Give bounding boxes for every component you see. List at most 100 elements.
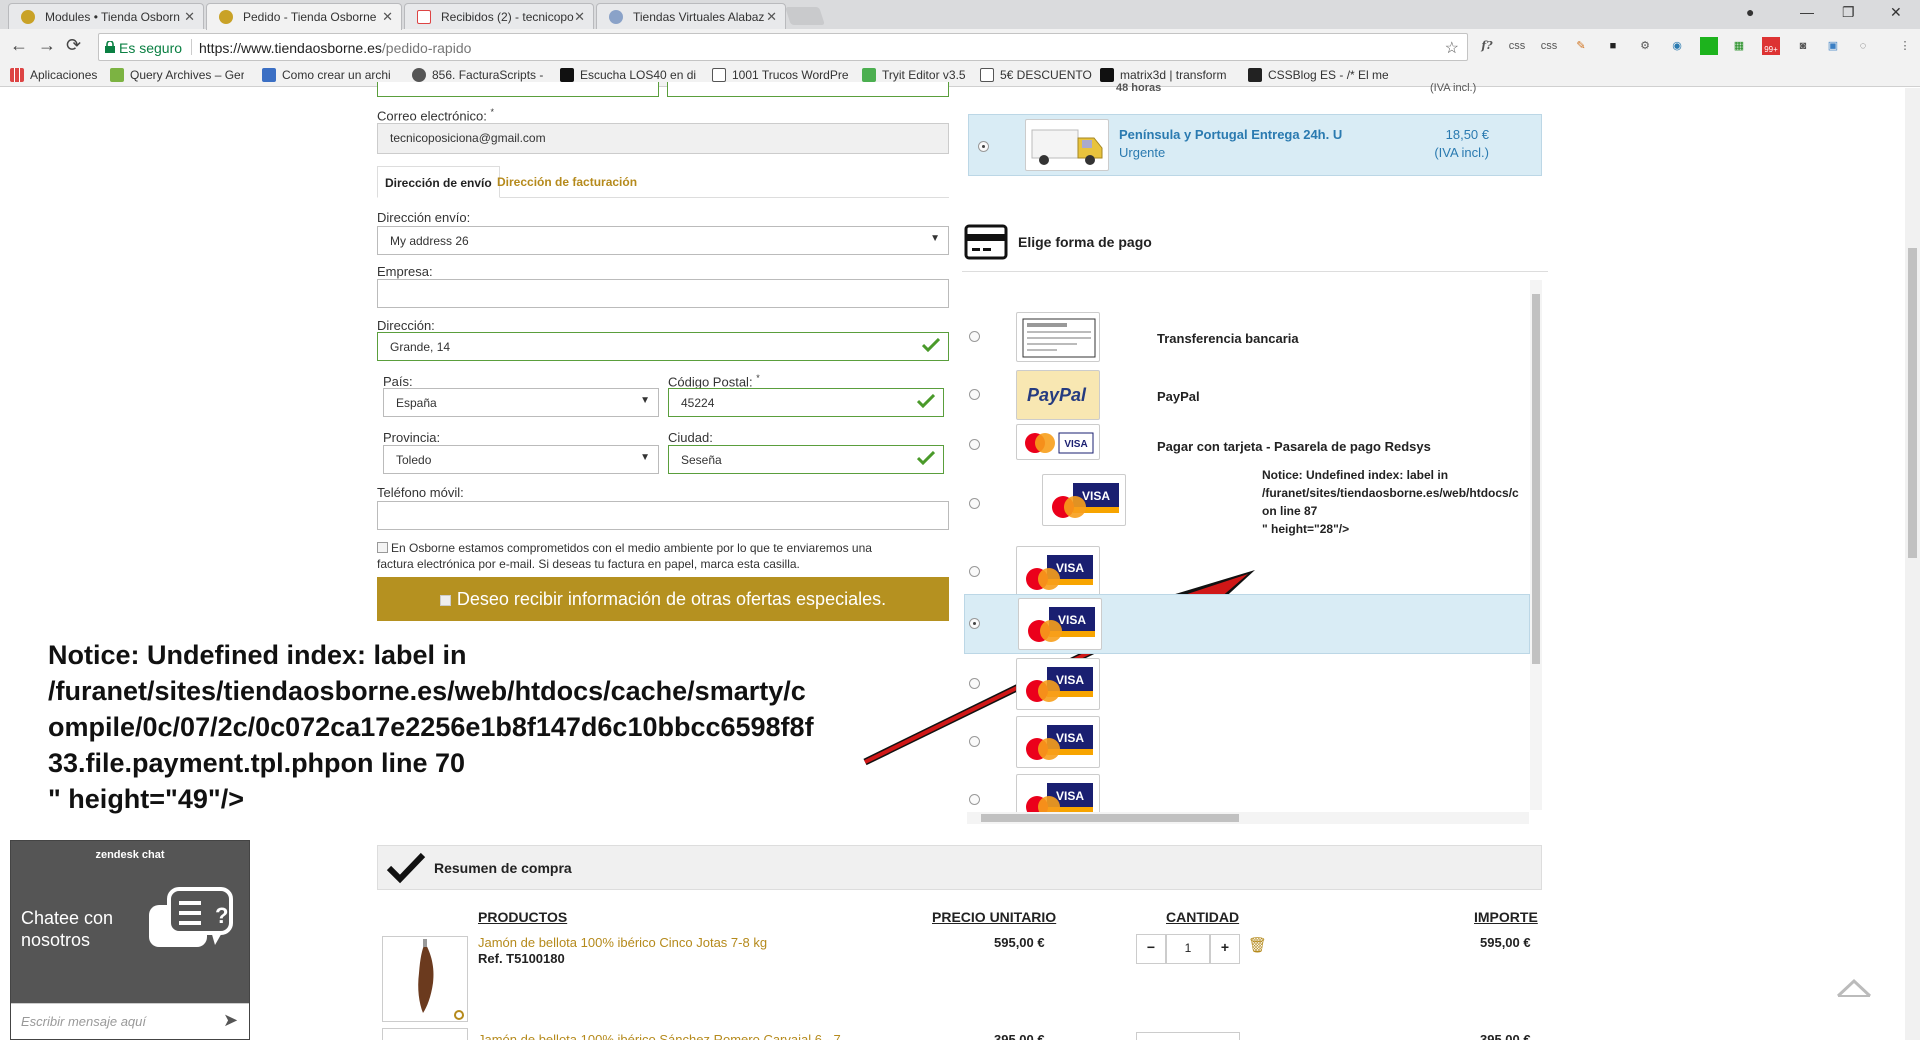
browser-tab[interactable]: Recibidos (2) - tecnicopo ✕	[404, 3, 594, 30]
circle-extension-icon[interactable]: ◌	[1854, 37, 1872, 55]
tab-shipping-address[interactable]: Dirección de envío	[377, 166, 500, 198]
offers-checkbox[interactable]	[439, 595, 451, 606]
bookmark-item[interactable]: Query Archives – Ger	[110, 68, 244, 82]
new-tab-button[interactable]	[785, 7, 825, 25]
payment-radio-redsys[interactable]	[969, 439, 980, 450]
shipping-option-selected[interactable]: Península y Portugal Entrega 24h. U Urge…	[968, 114, 1542, 176]
payment-radio-8[interactable]	[969, 736, 980, 747]
bookmark-item[interactable]: matrix3d | transform	[1100, 68, 1236, 82]
payment-radio-6[interactable]	[969, 618, 980, 629]
ship-address-select[interactable]: My address 26 ▼	[377, 226, 949, 255]
payment-list-hscrollbar[interactable]	[967, 812, 1529, 824]
camera-icon[interactable]: ◙	[1794, 37, 1812, 55]
country-select[interactable]: España ▼	[383, 388, 659, 417]
company-field[interactable]	[377, 279, 949, 308]
browser-tab[interactable]: Tiendas Virtuales Alabaz ✕	[596, 3, 786, 30]
first-name-field-partial[interactable]	[377, 82, 659, 97]
paper-invoice-checkbox[interactable]	[377, 542, 388, 553]
payment-radio-4[interactable]	[969, 498, 980, 509]
minimize-button[interactable]: —	[1800, 4, 1814, 20]
address-field[interactable]: Grande, 14	[377, 332, 949, 361]
product-thumbnail[interactable]	[382, 1028, 468, 1040]
product-ref: Ref. T5100180	[478, 951, 565, 966]
svg-text:VISA: VISA	[1064, 439, 1087, 450]
payment-radio-7[interactable]	[969, 678, 980, 689]
css-viewer-icon[interactable]: css	[1540, 37, 1558, 55]
product-name[interactable]: Jamón de bellota 100% ibérico Sánchez Ro…	[478, 1032, 841, 1040]
browser-tab-active[interactable]: Pedido - Tienda Osborne ✕	[206, 3, 402, 30]
city-field[interactable]: Seseña	[668, 445, 944, 474]
scrollbar-thumb[interactable]	[1532, 294, 1540, 664]
tab-title: Modules • Tienda Osborn	[45, 10, 180, 24]
send-icon[interactable]: ➤	[223, 1010, 238, 1031]
product-thumbnail[interactable]	[382, 936, 468, 1022]
zendesk-chat-widget[interactable]: zendesk chat Chatee con nosotros ? Escrib…	[10, 840, 250, 1040]
close-tab-icon[interactable]: ✕	[382, 9, 393, 25]
qty-input[interactable]	[1136, 1032, 1240, 1040]
svg-text:VISA: VISA	[1082, 489, 1110, 503]
chat-bubble-icon: ?	[149, 887, 233, 947]
reload-icon[interactable]: ⟳	[66, 35, 81, 56]
bookmark-item[interactable]: Como crear un archi	[262, 68, 398, 82]
payment-radio-paypal[interactable]	[969, 389, 980, 400]
grid-extension-icon[interactable]: ▦	[1730, 37, 1748, 55]
url-path: /pedido-rapido	[381, 40, 472, 56]
bookmark-item[interactable]: 856. FacturaScripts -	[412, 68, 546, 82]
payment-radio-9[interactable]	[969, 794, 980, 805]
page-scrollbar[interactable]	[1905, 88, 1920, 1040]
payment-radio-transfer[interactable]	[969, 331, 980, 342]
scroll-top-icon[interactable]	[1836, 978, 1872, 998]
scrollbar-thumb[interactable]	[1908, 248, 1917, 558]
payment-radio-5[interactable]	[969, 566, 980, 577]
payment-list-vscrollbar[interactable]	[1530, 280, 1542, 810]
puzzle-icon	[110, 68, 124, 82]
gear-extension-icon[interactable]: ⚙	[1636, 37, 1654, 55]
url-text[interactable]: https://www.tiendaosborne.es/pedido-rapi…	[199, 40, 471, 56]
browser-tab[interactable]: Modules • Tienda Osborn ✕	[8, 3, 204, 30]
radio-icon	[560, 68, 574, 82]
tab-billing-address[interactable]: Dirección de facturación	[490, 166, 644, 198]
bookmark-apps[interactable]: Aplicaciones	[10, 68, 97, 82]
css-extension-icon[interactable]: css	[1508, 37, 1526, 55]
phone-label: Teléfono móvil:	[377, 485, 464, 500]
cards-logo-icon: VISA	[1016, 424, 1100, 460]
pipette-icon[interactable]: ✎	[1572, 37, 1590, 55]
close-tab-icon[interactable]: ✕	[184, 9, 195, 25]
qty-decrease-button[interactable]: −	[1136, 934, 1166, 964]
back-arrow-icon[interactable]: ←	[10, 35, 28, 56]
cards-logo-icon: VISA	[1016, 546, 1100, 598]
trash-icon[interactable]: 🗑	[1248, 936, 1267, 954]
address-bar[interactable]: Es seguro https://www.tiendaosborne.es/p…	[98, 33, 1468, 61]
postal-code-field[interactable]: 45224	[668, 388, 944, 417]
menu-dots-icon[interactable]: ⋮	[1896, 37, 1914, 55]
bookmark-item[interactable]: Tryit Editor v3.5	[862, 68, 966, 82]
forward-arrow-icon[interactable]: →	[38, 35, 56, 56]
shield-extension-icon[interactable]: ■	[1604, 37, 1622, 55]
close-tab-icon[interactable]: ✕	[766, 9, 777, 25]
bookmark-item[interactable]: Escucha LOS40 en di	[560, 68, 696, 82]
bookmark-star-icon[interactable]: ☆	[1445, 38, 1459, 58]
province-select[interactable]: Toledo ▼	[383, 445, 659, 474]
scrollbar-thumb[interactable]	[981, 814, 1239, 822]
chat-input[interactable]: Escribir mensaje aquí	[21, 1014, 146, 1029]
bookmark-item[interactable]: 1001 Trucos WordPre	[712, 68, 848, 82]
green-square-icon[interactable]	[1700, 37, 1718, 55]
payment-name-paypal: PayPal	[1157, 389, 1200, 404]
email-field[interactable]: tecnicoposiciona@gmail.com	[377, 123, 949, 154]
notification-extension-icon[interactable]: 99+	[1762, 37, 1780, 55]
bookmark-item[interactable]: CSSBlog ES - /* El me	[1248, 68, 1388, 82]
qty-increase-button[interactable]: +	[1210, 934, 1240, 964]
col-unit-price: PRECIO UNITARIO	[932, 909, 1057, 925]
qty-input[interactable]: 1	[1166, 934, 1210, 964]
product-name[interactable]: Jamón de bellota 100% ibérico Cinco Jota…	[478, 935, 767, 950]
bookmark-item[interactable]: 5€ DESCUENTO	[980, 68, 1092, 82]
maximize-button[interactable]: ❐	[1842, 4, 1855, 21]
close-window-button[interactable]: ✕	[1890, 4, 1902, 21]
shipping-radio[interactable]	[978, 141, 989, 152]
screenshot-icon[interactable]: ▣	[1824, 37, 1842, 55]
close-tab-icon[interactable]: ✕	[574, 9, 585, 25]
last-name-field-partial[interactable]	[667, 82, 949, 97]
font-extension-icon[interactable]: f?	[1478, 37, 1496, 55]
profile-icon[interactable]: ●	[1746, 4, 1754, 20]
color-wheel-icon[interactable]: ◉	[1668, 37, 1686, 55]
